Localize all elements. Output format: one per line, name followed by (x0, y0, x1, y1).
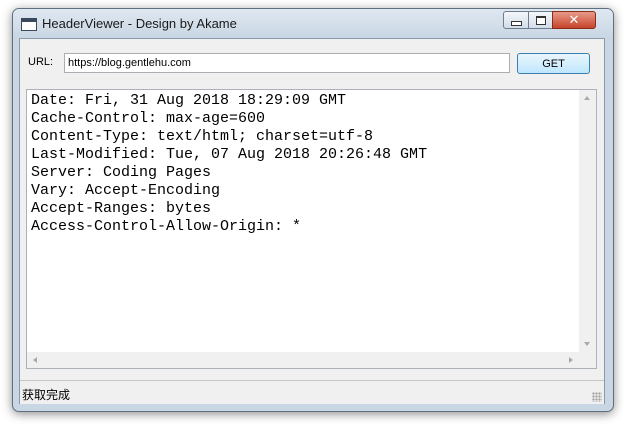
response-headers-text: Date: Fri, 31 Aug 2018 18:29:09 GMT Cach… (31, 92, 579, 350)
minimize-icon (510, 20, 522, 26)
header-line: Content-Type: text/html; charset=utf-8 (31, 128, 374, 145)
header-line: Last-Modified: Tue, 07 Aug 2018 20:26:48… (31, 146, 428, 163)
scroll-right-icon[interactable] (569, 357, 573, 363)
window-title: HeaderViewer - Design by Akame (42, 16, 237, 31)
scroll-down-icon[interactable] (584, 342, 590, 346)
url-input[interactable] (64, 53, 510, 73)
minimize-button[interactable] (503, 11, 529, 29)
close-icon: ✕ (568, 12, 580, 27)
scrollbar-corner (579, 352, 596, 368)
vertical-scrollbar[interactable] (579, 90, 596, 352)
header-line: Accept-Ranges: bytes (31, 200, 212, 217)
header-line: Cache-Control: max-age=600 (31, 110, 266, 127)
maximize-icon (535, 15, 546, 25)
header-line: Server: Coding Pages (31, 164, 212, 181)
app-window-icon (21, 18, 37, 31)
status-text: 获取完成 (22, 388, 71, 402)
horizontal-scrollbar[interactable] (27, 352, 579, 368)
close-button[interactable]: ✕ (552, 11, 596, 29)
url-label: URL: (28, 56, 54, 68)
scroll-left-icon[interactable] (33, 357, 37, 363)
status-bar: 获取完成 (20, 380, 604, 404)
app-window: HeaderViewer - Design by Akame ✕ URL: GE… (12, 8, 614, 412)
header-line: Vary: Accept-Encoding (31, 182, 221, 199)
scroll-up-icon[interactable] (584, 96, 590, 100)
client-area: URL: GET Date: Fri, 31 Aug 2018 18:29:09… (19, 38, 605, 404)
title-bar[interactable]: HeaderViewer - Design by Akame ✕ (13, 9, 613, 38)
header-line: Access-Control-Allow-Origin: * (31, 218, 302, 235)
get-button[interactable]: GET (517, 53, 590, 74)
response-headers-textarea[interactable]: Date: Fri, 31 Aug 2018 18:29:09 GMT Cach… (26, 89, 597, 369)
maximize-button[interactable] (528, 11, 553, 29)
header-line: Date: Fri, 31 Aug 2018 18:29:09 GMT (31, 92, 347, 109)
resize-grip-icon[interactable] (592, 392, 602, 402)
